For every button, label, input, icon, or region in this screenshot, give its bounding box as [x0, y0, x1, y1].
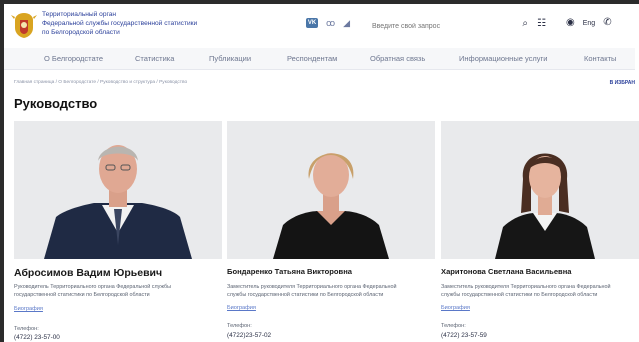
header-tools: ◉ Eng ✆ [566, 18, 612, 28]
person-name: Харитонова Светлана Васильевна [441, 267, 572, 276]
accessibility-eye-icon[interactable]: ◉ [566, 18, 575, 28]
person-photo [227, 121, 435, 259]
person-role-line: службы государственной статистики по Бел… [441, 292, 598, 298]
person-photo [441, 121, 639, 259]
phone-number[interactable]: (4722)23-57-02 [227, 332, 271, 339]
person-photo [14, 121, 222, 259]
telegram-icon[interactable]: ◢ [343, 18, 350, 28]
page-title: Руководство [14, 96, 98, 111]
person-role-line: Заместитель руководителя Территориальног… [441, 284, 611, 290]
emblem-logo[interactable] [10, 10, 38, 40]
person-name: Бондаренко Татьяна Викторовна [227, 267, 352, 276]
phone-label: Телефон: [441, 323, 466, 329]
person-role-line: государственной статистики по Белгородск… [14, 292, 150, 298]
filter-icon[interactable]: ☷ [537, 18, 546, 29]
nav-item-statistics[interactable]: Статистика [135, 54, 174, 63]
person-role: Руководитель Территориального органа Фед… [14, 283, 222, 299]
person-role: Заместитель руководителя Территориальног… [227, 283, 435, 299]
person-name: Абросимов Вадим Юрьевич [14, 267, 163, 279]
phone-label: Телефон: [14, 326, 39, 332]
person-role-line: Заместитель руководителя Территориальног… [227, 284, 397, 290]
person-card: Абросимов Вадим Юрьевич Руководитель Тер… [14, 121, 222, 341]
favorites-link[interactable]: В ИЗБРАН [610, 80, 635, 86]
person-role-line: Руководитель Территориального органа Фед… [14, 284, 172, 290]
person-card: Харитонова Светлана Васильевна Заместите… [441, 121, 639, 339]
org-line-2: Федеральной службы государственной стати… [42, 20, 198, 27]
nav-item-about[interactable]: О Белгородстате [44, 54, 103, 63]
nav-item-contacts[interactable]: Контакты [584, 54, 616, 63]
person-role: Заместитель руководителя Территориальног… [441, 283, 639, 299]
phone-icon[interactable]: ✆ [603, 18, 611, 28]
nav-item-publications[interactable]: Публикации [209, 54, 251, 63]
phone-label: Телефон: [227, 323, 252, 329]
phone-number[interactable]: (4722) 23-57-59 [441, 332, 487, 339]
phone-number[interactable]: (4722) 23-57-00 [14, 334, 60, 341]
odnoklassniki-icon[interactable]: ꝏ [326, 18, 335, 28]
org-line-3: по Белгородской области [42, 29, 120, 36]
social-links: VK ꝏ ◢ [306, 18, 350, 28]
biography-link[interactable]: Биография [441, 305, 470, 311]
person-role-line: службы государственной статистики по Бел… [227, 292, 384, 298]
search-icon[interactable]: ⌕ [522, 18, 528, 29]
site-header: Территориальный орган Федеральной службы… [4, 6, 635, 46]
breadcrumb[interactable]: Главная страница / О Белгородстате / Рук… [14, 80, 187, 85]
org-title[interactable]: Территориальный орган Федеральной службы… [42, 10, 197, 37]
language-switch[interactable]: Eng [583, 20, 595, 27]
nav-item-feedback[interactable]: Обратная связь [370, 54, 425, 63]
org-line-1: Территориальный орган [42, 11, 117, 18]
main-nav: О Белгородстате Статистика Публикации Ре… [4, 48, 635, 70]
nav-item-info-services[interactable]: Информационные услуги [459, 54, 547, 63]
nav-item-respondents[interactable]: Респондентам [287, 54, 337, 63]
person-card: Бондаренко Татьяна Викторовна Заместител… [227, 121, 435, 339]
vk-icon[interactable]: VK [306, 18, 318, 28]
search-box: ⌕ ☷ [360, 15, 550, 36]
biography-link[interactable]: Биография [227, 305, 256, 311]
biography-link[interactable]: Биография [14, 306, 43, 312]
